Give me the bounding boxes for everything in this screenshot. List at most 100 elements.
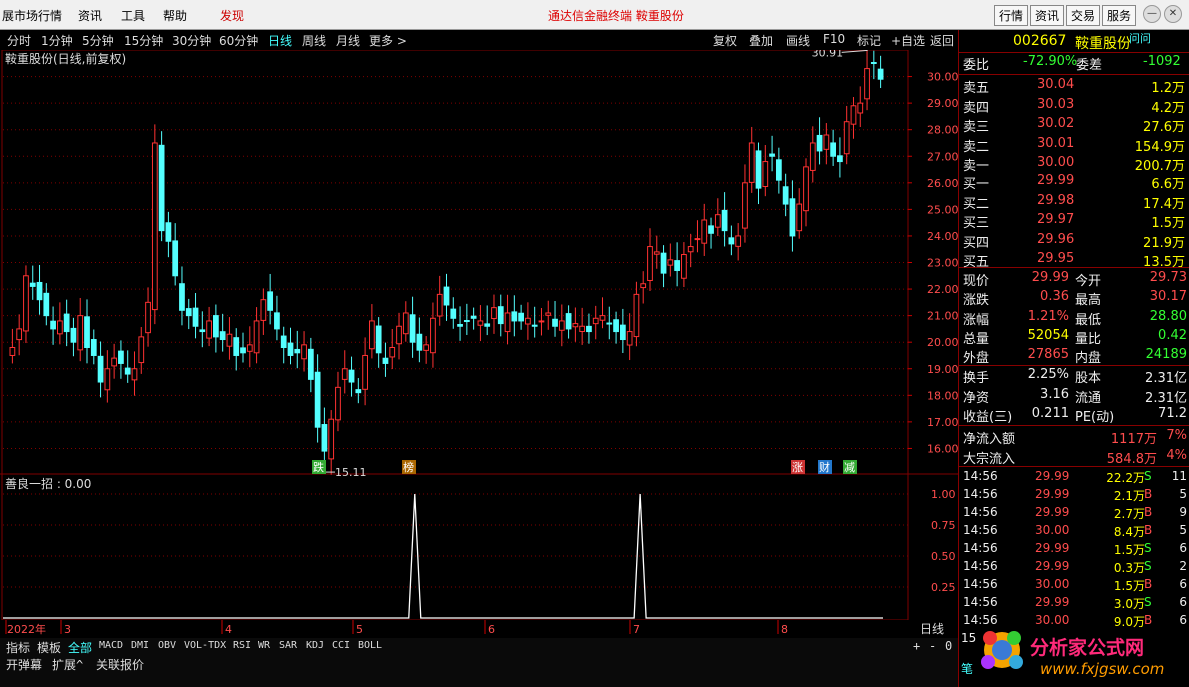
tab-macd[interactable]: MACD	[99, 640, 123, 651]
sell-row[interactable]: 卖五 30.04 1.2万	[961, 77, 1187, 96]
x-label: 4	[225, 623, 232, 636]
candle-body	[457, 324, 463, 327]
period-15min[interactable]: 15分钟	[124, 32, 163, 49]
minimize-icon[interactable]: —	[1143, 5, 1161, 23]
candle-body	[681, 254, 687, 279]
period-5min[interactable]: 5分钟	[82, 32, 114, 49]
menu-market[interactable]: 展市场行情	[2, 7, 62, 24]
tab-service[interactable]: 服务	[1102, 5, 1137, 26]
candle-body	[267, 291, 274, 311]
tab-cci[interactable]: CCI	[332, 640, 350, 651]
price-label: 20.00	[927, 336, 958, 349]
btn-draw[interactable]: 画线	[786, 32, 810, 49]
btn-fuquan[interactable]: 复权	[713, 32, 737, 49]
tab-template[interactable]: 模板	[37, 639, 61, 656]
tab-dmi[interactable]: DMI	[131, 640, 149, 651]
btn-f10[interactable]: F10	[823, 32, 845, 46]
buy-row[interactable]: 买一 29.99 6.6万	[961, 173, 1187, 192]
menu-help[interactable]: 帮助	[163, 7, 187, 24]
candle-body	[307, 348, 314, 380]
stat2-value-2: 71.2	[1158, 406, 1187, 421]
stat-label-2: 最低	[1075, 312, 1102, 328]
candle-body	[97, 355, 104, 383]
candle-body	[233, 337, 240, 356]
tick-side: S	[1144, 469, 1152, 483]
logo-title: 分析家公式网	[1030, 636, 1144, 659]
zoom-out-button[interactable]: -	[929, 639, 936, 653]
tab-obv[interactable]: OBV	[158, 640, 176, 651]
buy-row[interactable]: 买四 29.96 21.9万	[961, 232, 1187, 251]
btn-back[interactable]: 返回	[930, 32, 954, 49]
footer-tab[interactable]: 笔	[961, 660, 973, 677]
period-week[interactable]: 周线	[302, 32, 326, 49]
linked-quote-button[interactable]: 关联报价	[96, 656, 144, 673]
stat2-label: 净资	[963, 390, 990, 406]
tab-vol-tdx[interactable]: VOL-TDX	[184, 640, 226, 651]
zoom-in-button[interactable]: +	[913, 639, 920, 653]
tab-all[interactable]: 全部	[68, 639, 92, 656]
candle-body	[375, 325, 382, 354]
candle-body	[877, 68, 884, 80]
tab-sar[interactable]: SAR	[279, 640, 297, 651]
sell-row[interactable]: 卖二 30.01 154.9万	[961, 136, 1187, 155]
tick-volume: 8.4万	[1113, 525, 1145, 539]
price-label: 29.00	[927, 97, 958, 110]
menu-news[interactable]: 资讯	[78, 7, 102, 24]
stat2-label-2: 股本	[1075, 371, 1102, 386]
btn-overlay[interactable]: 叠加	[749, 32, 773, 49]
period-fenshi[interactable]: 分时	[7, 32, 31, 49]
tick-count: 6	[1179, 577, 1187, 591]
tab-wr[interactable]: WR	[258, 640, 270, 651]
tab-quote[interactable]: 行情	[994, 5, 1029, 26]
tick-volume: 0.3万	[1113, 561, 1145, 575]
sell-row[interactable]: 卖四 30.03 4.2万	[961, 97, 1187, 116]
close-icon[interactable]: ✕	[1164, 5, 1182, 23]
btn-add-favorite[interactable]: +自选	[891, 32, 925, 49]
candle-body	[769, 153, 775, 157]
flow-value: 1117万	[1110, 432, 1157, 447]
buy-label: 买四	[963, 235, 990, 251]
tab-rsi[interactable]: RSI	[233, 640, 251, 651]
wb-label: 委比	[963, 58, 990, 73]
ask-link[interactable]: 问问	[1129, 30, 1151, 46]
period-1min[interactable]: 1分钟	[41, 32, 73, 49]
buy-row[interactable]: 买五 29.95 13.5万	[961, 251, 1187, 270]
stat-row: 总量 52054 量比 0.42	[961, 328, 1187, 347]
tick-count: 2	[1179, 559, 1187, 573]
tab-boll[interactable]: BOLL	[358, 640, 382, 651]
candle-body	[491, 307, 497, 320]
candle-body	[280, 335, 287, 349]
candle-body	[762, 161, 769, 188]
buy-row[interactable]: 买三 29.97 1.5万	[961, 212, 1187, 231]
tab-trade[interactable]: 交易	[1066, 5, 1101, 26]
tab-info[interactable]: 资讯	[1030, 5, 1065, 26]
tab-indicator[interactable]: 指标	[6, 639, 30, 656]
period-day[interactable]: 日线	[268, 32, 292, 49]
period-month[interactable]: 月线	[336, 32, 360, 49]
event-marker-label: 减	[844, 461, 855, 474]
kline-chart-area[interactable]: 鞍重股份(日线,前复权) 30.00 29.00 28.00 27.00 26.00 25.…	[0, 46, 959, 621]
reset-button[interactable]: 0	[945, 639, 952, 653]
buy-volume: 6.6万	[1151, 177, 1185, 192]
menu-discover[interactable]: 发现	[220, 7, 244, 24]
menu-tools[interactable]: 工具	[121, 7, 145, 24]
danmu-toggle[interactable]: 开弹幕	[6, 656, 42, 673]
candle-body	[409, 314, 416, 343]
tick-volume: 1.5万	[1113, 543, 1145, 557]
buy-row[interactable]: 买二 29.98 17.4万	[961, 193, 1187, 212]
candle-body	[660, 252, 667, 274]
tab-kdj[interactable]: KDJ	[306, 640, 324, 651]
period-more[interactable]: 更多 >	[369, 32, 407, 49]
candle-body	[843, 121, 850, 155]
expand-button[interactable]: 扩展^	[52, 656, 83, 673]
btn-mark[interactable]: 标记	[857, 32, 881, 49]
flow-value: 584.8万	[1106, 451, 1157, 467]
candle-body	[450, 308, 457, 319]
period-60min[interactable]: 60分钟	[219, 32, 258, 49]
logo-petal-4	[1009, 655, 1023, 669]
sell-row[interactable]: 卖三 30.02 27.6万	[961, 116, 1187, 135]
candle-body	[84, 316, 90, 349]
period-30min[interactable]: 30分钟	[172, 32, 211, 49]
candle-body	[687, 246, 694, 253]
sell-row[interactable]: 卖一 30.00 200.7万	[961, 155, 1187, 174]
